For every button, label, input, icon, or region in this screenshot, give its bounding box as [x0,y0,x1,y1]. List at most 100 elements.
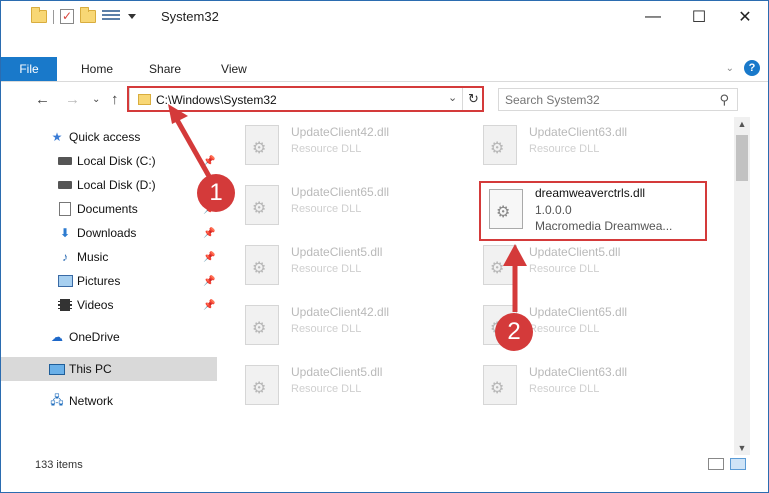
list-item[interactable]: UpdateClient65.dll Resource DLL [239,179,459,229]
list-item[interactable]: UpdateClient42.dll Resource DLL [239,119,459,169]
minimize-button[interactable]: — [630,1,676,33]
sidebar-item-onedrive[interactable]: ☁ OneDrive [1,325,217,349]
computer-icon [49,362,65,376]
address-dropdown-icon[interactable]: ⌄ [448,91,457,104]
search-box[interactable]: ⚲ [498,88,738,111]
pin-icon[interactable]: 📌 [203,276,215,287]
pictures-icon [57,274,73,288]
up-arrow-icon[interactable]: ↑ [111,91,119,108]
address-path[interactable]: C:\Windows\System32 [156,93,277,107]
expand-ribbon-chevron-icon[interactable]: ⌄ [726,63,734,74]
sidebar-item-label: Videos [77,298,114,312]
list-item[interactable]: UpdateClient63.dll Resource DLL [477,359,697,409]
properties-check-icon[interactable]: ✓ [60,9,74,24]
close-button[interactable]: ✕ [722,1,768,33]
explorer-window: ✓ System32 — ☐ ✕ File Home Share View ⌄ … [0,0,769,493]
file-type: Resource DLL [291,203,362,215]
file-list: UpdateClient42.dll Resource DLL UpdateCl… [239,119,731,449]
scroll-down-icon[interactable]: ▼ [734,441,750,455]
list-item[interactable]: UpdateClient42.dll Resource DLL [239,299,459,349]
toolbar-dropdown-icon[interactable] [128,14,136,19]
sidebar-item-downloads[interactable]: ⬇ Downloads 📌 [1,221,217,245]
new-folder-icon[interactable] [80,7,96,23]
item-count: 133 items [35,459,83,471]
sidebar-item-videos[interactable]: Videos 📌 [1,293,217,317]
file-type: Resource DLL [529,143,600,155]
search-icon[interactable]: ⚲ [719,92,729,108]
sidebar-item-label: Documents [77,202,138,216]
sidebar-item-label: Music [77,250,109,264]
search-input[interactable] [499,89,709,110]
file-type: Resource DLL [529,263,600,275]
star-icon: ★ [51,130,63,144]
tab-share[interactable]: Share [127,57,195,81]
tab-file[interactable]: File [1,57,57,81]
sidebar-item-quick-access[interactable]: ★ Quick access [1,125,217,149]
file-description: Macromedia Dreamwea... [535,219,673,233]
sidebar-item-documents[interactable]: Documents 📌 [1,197,217,221]
refresh-icon[interactable]: ↻ [462,88,484,110]
help-icon[interactable]: ? [744,60,760,76]
videos-icon [57,298,73,312]
drive-icon [57,154,73,168]
file-name: UpdateClient5.dll [291,245,383,259]
sidebar-item-label: Pictures [77,274,121,288]
sidebar-item-label: Local Disk (C:) [77,154,156,168]
tab-view[interactable]: View [195,57,261,81]
large-icons-view-icon[interactable] [730,458,746,470]
vertical-scrollbar[interactable]: ▲ ▼ [734,117,750,455]
sidebar-item-this-pc[interactable]: This PC [1,357,217,381]
address-bar[interactable]: C:\Windows\System32 ⌄ ↻ [129,87,484,111]
scroll-up-icon[interactable]: ▲ [734,117,750,131]
quick-access-toolbar: ✓ [31,7,136,24]
pin-icon[interactable]: 📌 [203,300,215,311]
window-title: System32 [161,9,219,24]
dll-file-icon [483,365,517,405]
file-name: UpdateClient63.dll [529,365,628,379]
file-name: UpdateClient5.dll [291,365,383,379]
file-version: 1.0.0.0 [535,203,572,217]
dreamweaverctrls-file[interactable]: dreamweaverctrls.dll 1.0.0.0 Macromedia … [483,183,703,233]
sidebar-item-local-disk-c[interactable]: Local Disk (C:) 📌 [1,149,217,173]
sidebar-item-network[interactable]: 🖧 Network [1,389,217,413]
sidebar-item-label: Local Disk (D:) [77,178,156,192]
file-type: Resource DLL [291,143,362,155]
back-arrow-icon[interactable]: ← [35,91,50,108]
file-name: UpdateClient42.dll [291,305,390,319]
pin-icon[interactable]: 📌 [203,252,215,263]
customize-toolbar-icon[interactable] [102,9,120,24]
ribbon: File Home Share View ⌄ ? [1,57,768,82]
dll-file-icon [245,365,279,405]
pin-icon[interactable]: 📌 [203,228,215,239]
file-type: Resource DLL [291,323,362,335]
scrollbar-thumb[interactable] [736,135,748,181]
dll-file-icon [489,189,523,229]
recent-locations-chevron-icon[interactable]: ⌄ [92,94,100,105]
tab-home[interactable]: Home [57,57,127,81]
sidebar-item-pictures[interactable]: Pictures 📌 [1,269,217,293]
details-view-icon[interactable] [708,458,724,470]
file-type: Resource DLL [529,323,600,335]
step-marker-1: 1 [197,174,235,212]
file-type: Resource DLL [291,383,362,395]
step-marker-2: 2 [495,313,533,351]
list-item[interactable]: UpdateClient5.dll Resource DLL [477,239,697,289]
list-item[interactable]: UpdateClient5.dll Resource DLL [239,359,459,409]
forward-arrow-icon[interactable]: → [65,91,80,108]
list-item[interactable]: UpdateClient5.dll Resource DLL [239,239,459,289]
sidebar-item-local-disk-d[interactable]: Local Disk (D:) [1,173,217,197]
sidebar-item-label: Quick access [69,130,141,144]
dll-file-icon [483,245,517,285]
status-bar: 133 items [1,456,768,476]
sidebar-item-label: OneDrive [69,330,120,344]
cloud-icon: ☁ [51,330,63,344]
drive-icon [57,178,73,192]
list-item[interactable]: UpdateClient63.dll Resource DLL [477,119,697,169]
file-name: UpdateClient65.dll [529,305,628,319]
sidebar-item-music[interactable]: ♪ Music 📌 [1,245,217,269]
dll-file-icon [245,305,279,345]
network-icon: 🖧 [50,392,64,407]
maximize-button[interactable]: ☐ [676,1,722,33]
pin-icon[interactable]: 📌 [203,156,215,167]
sidebar-item-label: Downloads [77,226,137,240]
